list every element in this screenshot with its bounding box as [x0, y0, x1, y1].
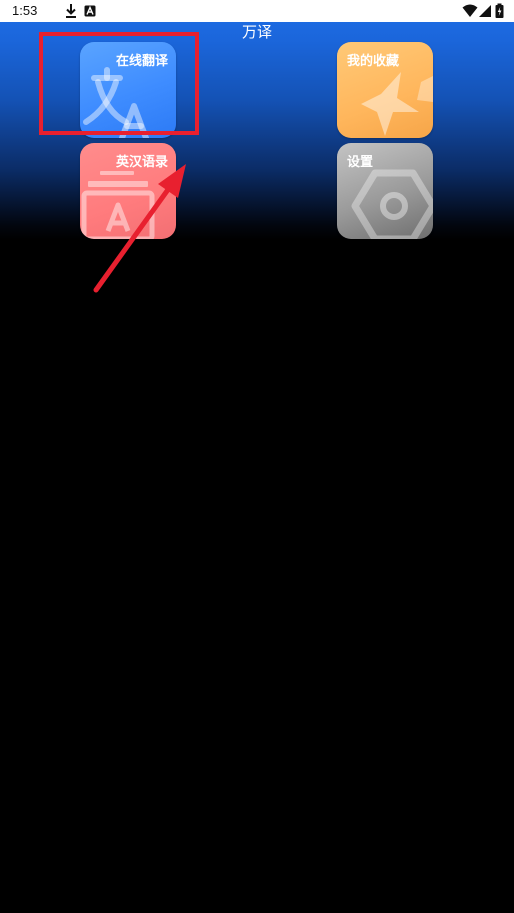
status-time: 1:53	[12, 3, 38, 18]
a-badge-icon	[84, 5, 96, 17]
tile-label: 英汉语录	[115, 155, 168, 170]
pointer-arrow	[93, 164, 186, 293]
app-title: 万译	[241, 23, 272, 41]
screen: 1:53 万译 在线翻译 我的收藏 英汉语录 设置	[0, 0, 514, 913]
tile-my-favorites[interactable]: 我的收藏	[337, 42, 433, 138]
battery-icon	[495, 3, 504, 18]
status-bar: 1:53	[0, 0, 514, 22]
wifi-icon	[462, 4, 478, 17]
tile-online-translate[interactable]: 在线翻译	[80, 42, 176, 138]
signal-icon	[479, 5, 491, 17]
tile-label: 设置	[347, 155, 374, 170]
tile-label: 我的收藏	[347, 54, 400, 69]
tile-settings[interactable]: 设置	[337, 143, 433, 239]
tile-english-chinese-quotes[interactable]: 英汉语录	[80, 143, 176, 239]
tile-label: 在线翻译	[115, 54, 168, 69]
download-icon	[66, 4, 76, 18]
